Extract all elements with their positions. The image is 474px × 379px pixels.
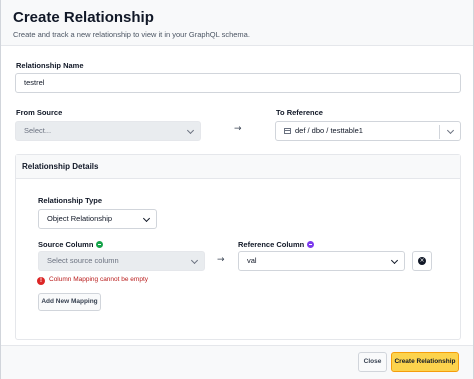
chevron-down-icon: [190, 256, 199, 265]
table-icon: [284, 127, 291, 134]
from-source-label: From Source: [16, 108, 63, 117]
reference-column-select[interactable]: val: [238, 251, 405, 271]
chevron-down-icon: [142, 214, 151, 223]
select-divider: [439, 125, 440, 139]
chevron-down-icon: [390, 256, 399, 265]
to-reference-value: def / dbo / testtable1: [295, 126, 363, 135]
from-source-select[interactable]: Select...: [15, 121, 201, 141]
relationship-name-value: testrel: [24, 78, 45, 87]
remove-mapping-button[interactable]: ×: [412, 251, 432, 271]
relationship-name-input[interactable]: testrel: [15, 73, 461, 93]
relationship-type-label: Relationship Type: [38, 196, 103, 205]
exclamation-circle-icon: !: [37, 277, 45, 285]
purple-arrow-circle-icon: [307, 241, 315, 248]
create-relationship-button[interactable]: Create Relationship: [391, 352, 459, 372]
relationship-details-header: Relationship Details: [16, 155, 460, 179]
source-column-placeholder: Select source column: [47, 256, 119, 265]
column-mapping-error-text: Column Mapping cannot be empty: [49, 276, 149, 283]
chevron-down-icon: [446, 126, 455, 135]
reference-column-value: val: [247, 256, 257, 265]
relationship-details-title: Relationship Details: [22, 162, 99, 171]
close-button[interactable]: Close: [358, 352, 387, 372]
modal-subtitle: Create and track a new relationship to v…: [13, 30, 250, 39]
reference-column-label-text: Reference Column: [238, 240, 305, 249]
green-arrow-circle-icon: [96, 241, 104, 248]
to-reference-select[interactable]: def / dbo / testtable1: [275, 121, 461, 141]
reference-column-label: Reference Column: [238, 240, 315, 249]
column-mapping-error: ! Column Mapping cannot be empty: [37, 276, 148, 285]
create-relationship-modal: Create Relationship Create and track a n…: [0, 0, 474, 379]
source-column-select[interactable]: Select source column: [38, 251, 205, 271]
close-circle-icon: ×: [418, 257, 426, 265]
to-reference-label: To Reference: [276, 108, 323, 117]
source-column-label-text: Source Column: [38, 240, 94, 249]
relationship-type-select[interactable]: Object Relationship: [38, 209, 157, 229]
relationship-type-value: Object Relationship: [47, 214, 113, 223]
modal-header: Create Relationship Create and track a n…: [1, 0, 473, 46]
modal-title: Create Relationship: [13, 9, 154, 26]
from-source-placeholder: Select...: [24, 126, 52, 135]
chevron-down-icon: [186, 126, 195, 135]
add-new-mapping-button[interactable]: Add New Mapping: [38, 293, 101, 311]
relationship-name-label: Relationship Name: [16, 61, 84, 70]
arrow-right-icon: →: [217, 255, 225, 265]
source-column-label: Source Column: [38, 240, 104, 249]
arrow-right-icon: →: [234, 124, 242, 134]
